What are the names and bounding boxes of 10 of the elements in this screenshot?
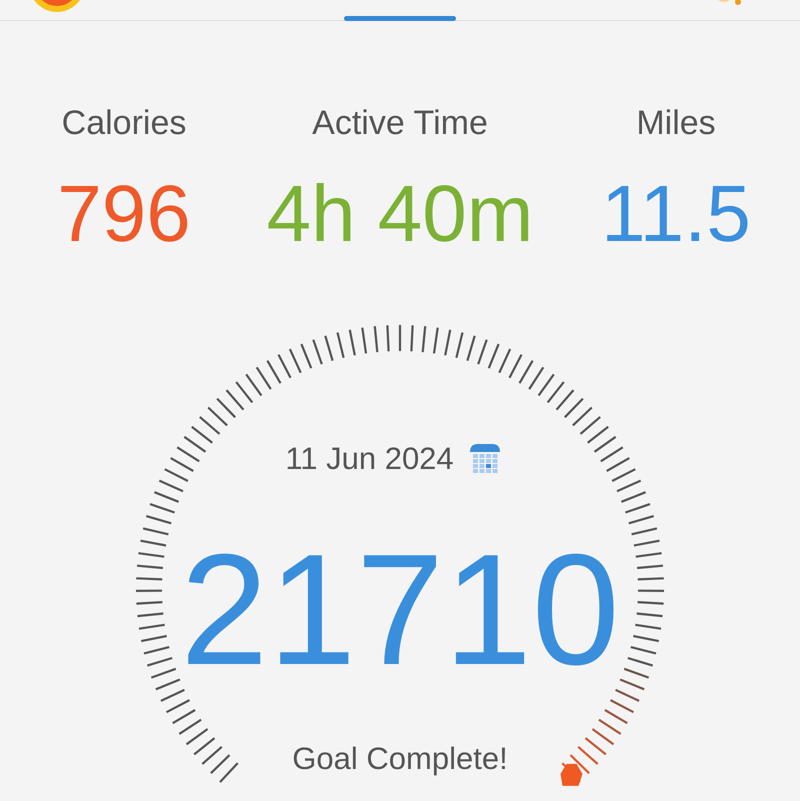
calendar-icon[interactable] [470, 444, 500, 474]
date-label: 11 Jun 2024 [285, 441, 454, 477]
stat-value: 11.5 [601, 169, 751, 259]
stat-value: 4h 40m [266, 169, 534, 259]
stat-label: Calories [62, 103, 186, 143]
goal-status: Goal Complete! [292, 741, 508, 777]
stat-label: Miles [636, 103, 716, 143]
stat-label: Active Time [312, 103, 488, 143]
step-count: 21710 [180, 525, 620, 695]
stat-value: 796 [57, 169, 191, 259]
